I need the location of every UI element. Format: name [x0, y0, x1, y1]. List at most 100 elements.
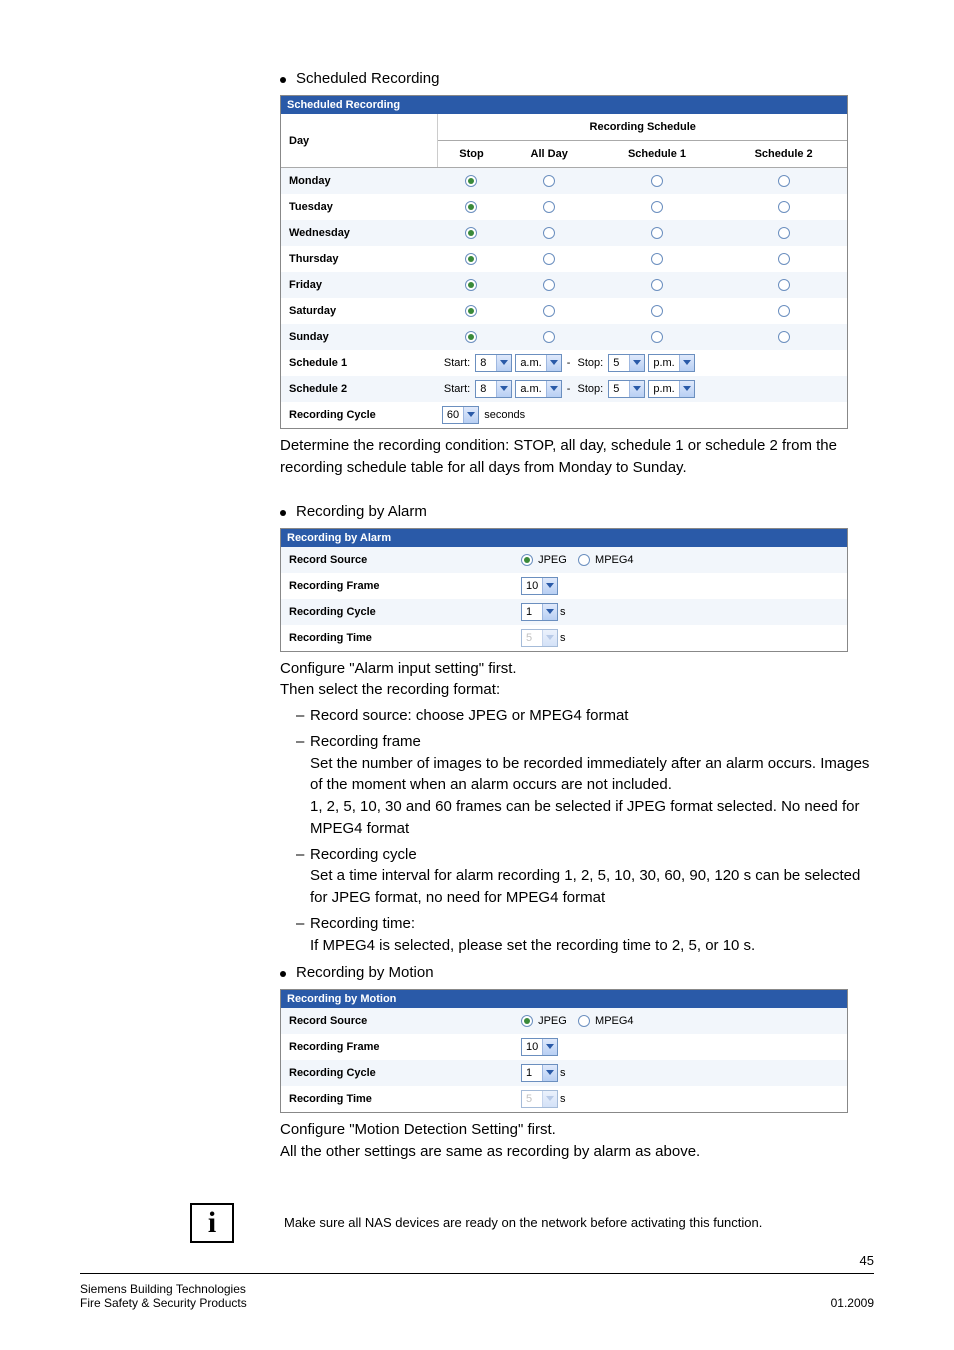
friday-allday-radio[interactable] — [543, 279, 555, 291]
alarm-jpeg-radio[interactable] — [521, 554, 533, 566]
sched2-stop-label: Stop: — [578, 383, 604, 395]
motion-record-source-label: Record Source — [281, 1008, 515, 1034]
wednesday-sched2-radio[interactable] — [778, 227, 790, 239]
alarm-cycle-select[interactable]: 1 — [521, 603, 558, 621]
alarm-list-c-title: Recording cycle — [310, 844, 874, 866]
col-stop: Stop — [438, 141, 505, 168]
monday-sched2-radio[interactable] — [778, 175, 790, 187]
saturday-allday-radio[interactable] — [543, 305, 555, 317]
day-header: Day — [281, 114, 438, 168]
col-sched2: Schedule 2 — [720, 141, 847, 168]
col-sched1: Schedule 1 — [594, 141, 721, 168]
tuesday-sched2-radio[interactable] — [778, 201, 790, 213]
saturday-sched2-radio[interactable] — [778, 305, 790, 317]
scheduled-recording-title: Scheduled Recording — [296, 68, 439, 89]
alarm-recording-cycle-label: Recording Cycle — [281, 599, 515, 625]
day-sunday: Sunday — [281, 324, 438, 350]
alarm-list-d-line1: If MPEG4 is selected, please set the rec… — [310, 935, 874, 957]
sched2-dash: - — [567, 383, 571, 395]
motion-cycle-unit: s — [560, 1067, 566, 1079]
alarm-frame-select[interactable]: 10 — [521, 577, 558, 595]
wednesday-sched1-radio[interactable] — [651, 227, 663, 239]
sched1-start-hour-select[interactable]: 8 — [475, 354, 512, 372]
motion-cycle-select[interactable]: 1 — [521, 1064, 558, 1082]
col-allday: All Day — [505, 141, 594, 168]
tuesday-sched1-radio[interactable] — [651, 201, 663, 213]
alarm-panel-header: Recording by Alarm — [281, 529, 847, 547]
alarm-cycle-unit: s — [560, 606, 566, 618]
alarm-para1: Configure "Alarm input setting" first. — [280, 658, 874, 680]
bullet-icon — [280, 971, 286, 977]
sched1-start-label: Start: — [444, 357, 470, 369]
chevron-down-icon — [542, 578, 557, 594]
sched2-start-hour-select[interactable]: 8 — [475, 380, 512, 398]
wednesday-allday-radio[interactable] — [543, 227, 555, 239]
alarm-recording-frame-label: Recording Frame — [281, 573, 515, 599]
sched2-start-ampm-select[interactable]: a.m. — [515, 380, 561, 398]
sunday-sched1-radio[interactable] — [651, 331, 663, 343]
monday-sched1-radio[interactable] — [651, 175, 663, 187]
chevron-down-icon — [629, 355, 644, 371]
recording-cycle-select[interactable]: 60 — [442, 406, 479, 424]
saturday-stop-radio[interactable] — [465, 305, 477, 317]
alarm-time-select[interactable]: 5 — [521, 629, 558, 647]
motion-mpeg4-label: MPEG4 — [595, 1015, 634, 1027]
friday-stop-radio[interactable] — [465, 279, 477, 291]
scheduled-desc: Determine the recording condition: STOP,… — [280, 435, 874, 479]
motion-jpeg-radio[interactable] — [521, 1015, 533, 1027]
thursday-stop-radio[interactable] — [465, 253, 477, 265]
motion-recording-frame-label: Recording Frame — [281, 1034, 515, 1060]
motion-mpeg4-radio[interactable] — [578, 1015, 590, 1027]
sunday-allday-radio[interactable] — [543, 331, 555, 343]
page-number: 45 — [860, 1253, 874, 1268]
chevron-down-icon — [463, 407, 478, 423]
sched1-stop-hour-select[interactable]: 5 — [608, 354, 645, 372]
motion-frame-select[interactable]: 10 — [521, 1038, 558, 1056]
motion-time-select[interactable]: 5 — [521, 1090, 558, 1108]
monday-stop-radio[interactable] — [465, 175, 477, 187]
sunday-stop-radio[interactable] — [465, 331, 477, 343]
thursday-allday-radio[interactable] — [543, 253, 555, 265]
chevron-down-icon — [542, 1091, 557, 1107]
chevron-down-icon — [629, 381, 644, 397]
dash-icon: – — [296, 915, 310, 932]
sched2-stop-ampm-select[interactable]: p.m. — [648, 380, 694, 398]
alarm-list-d-title: Recording time: — [310, 913, 874, 935]
motion-recording-time-label: Recording Time — [281, 1086, 515, 1112]
info-note: Make sure all NAS devices are ready on t… — [284, 1215, 762, 1230]
chevron-down-icon — [542, 630, 557, 646]
alarm-list-b-title: Recording frame — [310, 731, 874, 753]
motion-para2: All the other settings are same as recor… — [280, 1141, 874, 1163]
thursday-sched2-radio[interactable] — [778, 253, 790, 265]
monday-allday-radio[interactable] — [543, 175, 555, 187]
sched2-stop-hour-select[interactable]: 5 — [608, 380, 645, 398]
thursday-sched1-radio[interactable] — [651, 253, 663, 265]
alarm-jpeg-label: JPEG — [538, 554, 567, 566]
recording-by-alarm-panel: Recording by Alarm Record Source JPEG MP… — [280, 528, 848, 652]
alarm-mpeg4-label: MPEG4 — [595, 554, 634, 566]
alarm-record-source-label: Record Source — [281, 547, 515, 573]
saturday-sched1-radio[interactable] — [651, 305, 663, 317]
friday-sched2-radio[interactable] — [778, 279, 790, 291]
sched1-stop-ampm-select[interactable]: p.m. — [648, 354, 694, 372]
recording-by-motion-title: Recording by Motion — [296, 962, 434, 983]
recording-schedule-header: Recording Schedule — [438, 114, 847, 141]
wednesday-stop-radio[interactable] — [465, 227, 477, 239]
friday-sched1-radio[interactable] — [651, 279, 663, 291]
day-thursday: Thursday — [281, 246, 438, 272]
sunday-sched2-radio[interactable] — [778, 331, 790, 343]
sched1-stop-label: Stop: — [578, 357, 604, 369]
motion-para1: Configure "Motion Detection Setting" fir… — [280, 1119, 874, 1141]
motion-panel-header: Recording by Motion — [281, 990, 847, 1008]
tuesday-allday-radio[interactable] — [543, 201, 555, 213]
day-monday: Monday — [281, 168, 438, 195]
motion-jpeg-label: JPEG — [538, 1015, 567, 1027]
tuesday-stop-radio[interactable] — [465, 201, 477, 213]
sched1-start-ampm-select[interactable]: a.m. — [515, 354, 561, 372]
sched2-start-label: Start: — [444, 383, 470, 395]
recording-by-motion-panel: Recording by Motion Record Source JPEG M… — [280, 989, 848, 1113]
alarm-mpeg4-radio[interactable] — [578, 554, 590, 566]
schedule1-label: Schedule 1 — [281, 350, 438, 376]
bullet-icon — [280, 77, 286, 83]
dash-icon: – — [296, 707, 310, 724]
